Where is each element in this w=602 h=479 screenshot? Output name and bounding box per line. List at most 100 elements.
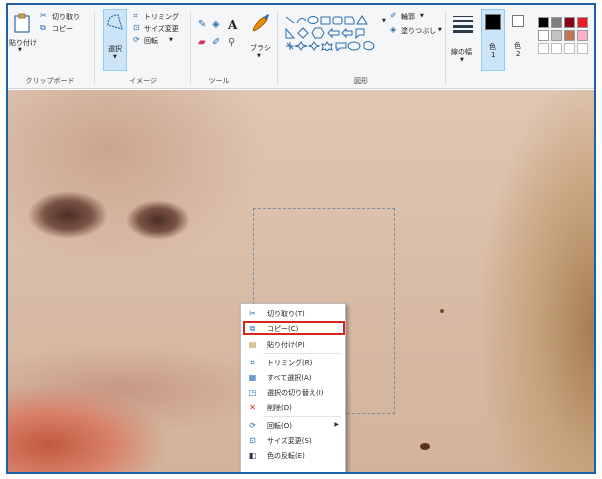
chevron-down-icon: ▼ [169, 37, 173, 43]
select-button[interactable]: 選択 ▼ [103, 9, 127, 71]
fill-button[interactable]: ◈ 塗りつぶし ▼ [390, 25, 444, 36]
context-menu: ✂ 切り取り(T) ⧉ コピー(C) ▤ 貼り付け(P) ⌗ トリミング(R) … [240, 303, 346, 472]
color1-swatch [485, 14, 501, 30]
menu-item-label: サイズ変更(S) [267, 437, 312, 445]
copy-icon: ⧉ [40, 23, 46, 32]
chevron-down-icon[interactable]: ▼ [382, 18, 386, 24]
menu-item-label: トリミング(R) [267, 359, 313, 367]
resize-label: サイズ変更 [144, 25, 179, 33]
menu-item-invert-selection[interactable]: ◳ 選択の切り替え(I) [243, 386, 345, 399]
palette-swatch[interactable] [538, 43, 549, 54]
fill-label: 塗りつぶし [401, 27, 437, 35]
palette-swatch[interactable] [551, 43, 562, 54]
palette-swatch[interactable] [538, 17, 549, 28]
outline-label: 輪郭 [401, 13, 415, 21]
fill-icon[interactable]: ◈ [212, 19, 220, 30]
crop-button[interactable]: ⌗ トリミング [131, 11, 185, 22]
select-icon [107, 14, 123, 30]
skin-mole [420, 443, 430, 450]
menu-item-paste[interactable]: ▤ 貼り付け(P) [243, 338, 345, 351]
palette-swatch[interactable] [577, 30, 588, 41]
color2-button[interactable]: 色 2 [507, 9, 531, 71]
highlight-box [243, 321, 345, 335]
palette-swatch[interactable] [538, 30, 549, 41]
outline-button[interactable]: ✐ 輪郭 ▼ [390, 11, 440, 22]
tools-group-label: ツール [208, 77, 230, 85]
resize-icon: ⊡ [133, 23, 140, 32]
menu-divider [263, 416, 341, 417]
text-icon[interactable]: A [228, 18, 237, 32]
line-width-icon [453, 16, 473, 33]
palette-swatch[interactable] [577, 17, 588, 28]
color1-button[interactable]: 色 1 [481, 9, 505, 71]
paste-label: 貼り付け [9, 39, 37, 47]
paint-window: 貼り付け ▼ ✂ 切り取り ⧉ コピー クリップボード 選択 ▼ ⌗ トリミング… [6, 3, 596, 474]
menu-item-delete[interactable]: ✕ 削除(D) [243, 401, 345, 414]
magnifier-icon[interactable]: ⚲ [228, 37, 235, 48]
resize-icon: ⊡ [249, 436, 256, 445]
crop-label: トリミング [144, 13, 179, 21]
shapes-group: ▼ ✐ 輪郭 ▼ ◈ 塗りつぶし ▼ 図形 [280, 5, 442, 89]
divider [277, 11, 278, 85]
copy-button[interactable]: ⧉ コピー [38, 23, 88, 34]
color-palette [534, 11, 594, 71]
image-group: 選択 ▼ ⌗ トリミング ⊡ サイズ変更 ⟳ 回転 ▼ イメージ [98, 5, 188, 89]
shapes-group-label: 図形 [354, 77, 368, 85]
rotate-button[interactable]: ⟳ 回転 ▼ [131, 35, 185, 46]
color1-number: 1 [491, 51, 496, 59]
menu-item-invert-color[interactable]: ◧ 色の反転(E) [243, 449, 345, 462]
palette-swatch[interactable] [551, 30, 562, 41]
tools-group: ✎ ◈ A ▰ ✐ ⚲ ツール [192, 5, 246, 89]
menu-item-cut[interactable]: ✂ 切り取り(T) [243, 307, 345, 320]
resize-button[interactable]: ⊡ サイズ変更 [131, 23, 185, 34]
palette-swatch[interactable] [564, 30, 575, 41]
color2-swatch [512, 15, 524, 27]
copy-label: コピー [52, 25, 73, 33]
skin-mole [440, 309, 444, 313]
rotate-icon: ⟳ [249, 421, 256, 430]
delete-icon: ✕ [249, 403, 256, 412]
brush-icon [252, 14, 269, 32]
paste-button[interactable]: 貼り付け ▼ [9, 11, 37, 67]
menu-item-label: 選択の切り替え(I) [267, 389, 324, 397]
chevron-down-icon: ▼ [438, 27, 442, 33]
invert-selection-icon: ◳ [248, 388, 257, 397]
chevron-down-icon: ▼ [420, 13, 424, 19]
menu-item-label: 貼り付け(P) [267, 341, 305, 349]
rotate-icon: ⟳ [133, 35, 140, 44]
palette-swatch[interactable] [564, 17, 575, 28]
image-canvas[interactable]: ✂ 切り取り(T) ⧉ コピー(C) ▤ 貼り付け(P) ⌗ トリミング(R) … [8, 90, 594, 472]
clipboard-group-label: クリップボード [25, 77, 75, 85]
divider [190, 11, 191, 85]
scissors-icon: ✂ [249, 309, 256, 318]
chevron-down-icon: ▼ [460, 57, 464, 63]
size-button[interactable]: 線の幅 ▼ [448, 11, 478, 73]
menu-item-resize[interactable]: ⊡ サイズ変更(S) [243, 434, 345, 447]
divider [94, 11, 95, 85]
outline-icon: ✐ [390, 11, 397, 20]
eraser-icon[interactable]: ▰ [198, 37, 206, 48]
menu-item-rotate[interactable]: ⟳ 回転(O) ▶ [243, 419, 345, 432]
menu-item-select-all[interactable]: ▦ すべて選択(A) [243, 371, 345, 384]
pencil-icon[interactable]: ✎ [198, 19, 206, 30]
color-picker-icon[interactable]: ✐ [212, 37, 220, 48]
palette-swatch[interactable] [564, 43, 575, 54]
paste-icon [14, 13, 30, 33]
palette-swatch[interactable] [577, 43, 588, 54]
cut-label: 切り取り [52, 13, 80, 21]
color2-number: 2 [516, 50, 521, 58]
menu-item-crop[interactable]: ⌗ トリミング(R) [243, 356, 345, 369]
size-label: 線の幅 [451, 48, 472, 56]
scissors-icon: ✂ [40, 11, 47, 20]
image-group-label: イメージ [129, 77, 157, 85]
select-label: 選択 [108, 45, 122, 53]
palette-swatch[interactable] [551, 17, 562, 28]
brush-button[interactable]: ブラシ ▼ [246, 11, 274, 71]
cut-button[interactable]: ✂ 切り取り [38, 11, 88, 22]
shapes-gallery-icon[interactable] [284, 15, 380, 51]
crop-icon: ⌗ [133, 11, 138, 20]
select-all-icon: ▦ [248, 373, 257, 382]
menu-item-label: 削除(D) [267, 404, 292, 412]
menu-item-label: 切り取り(T) [267, 310, 305, 318]
chevron-down-icon: ▼ [18, 47, 22, 53]
